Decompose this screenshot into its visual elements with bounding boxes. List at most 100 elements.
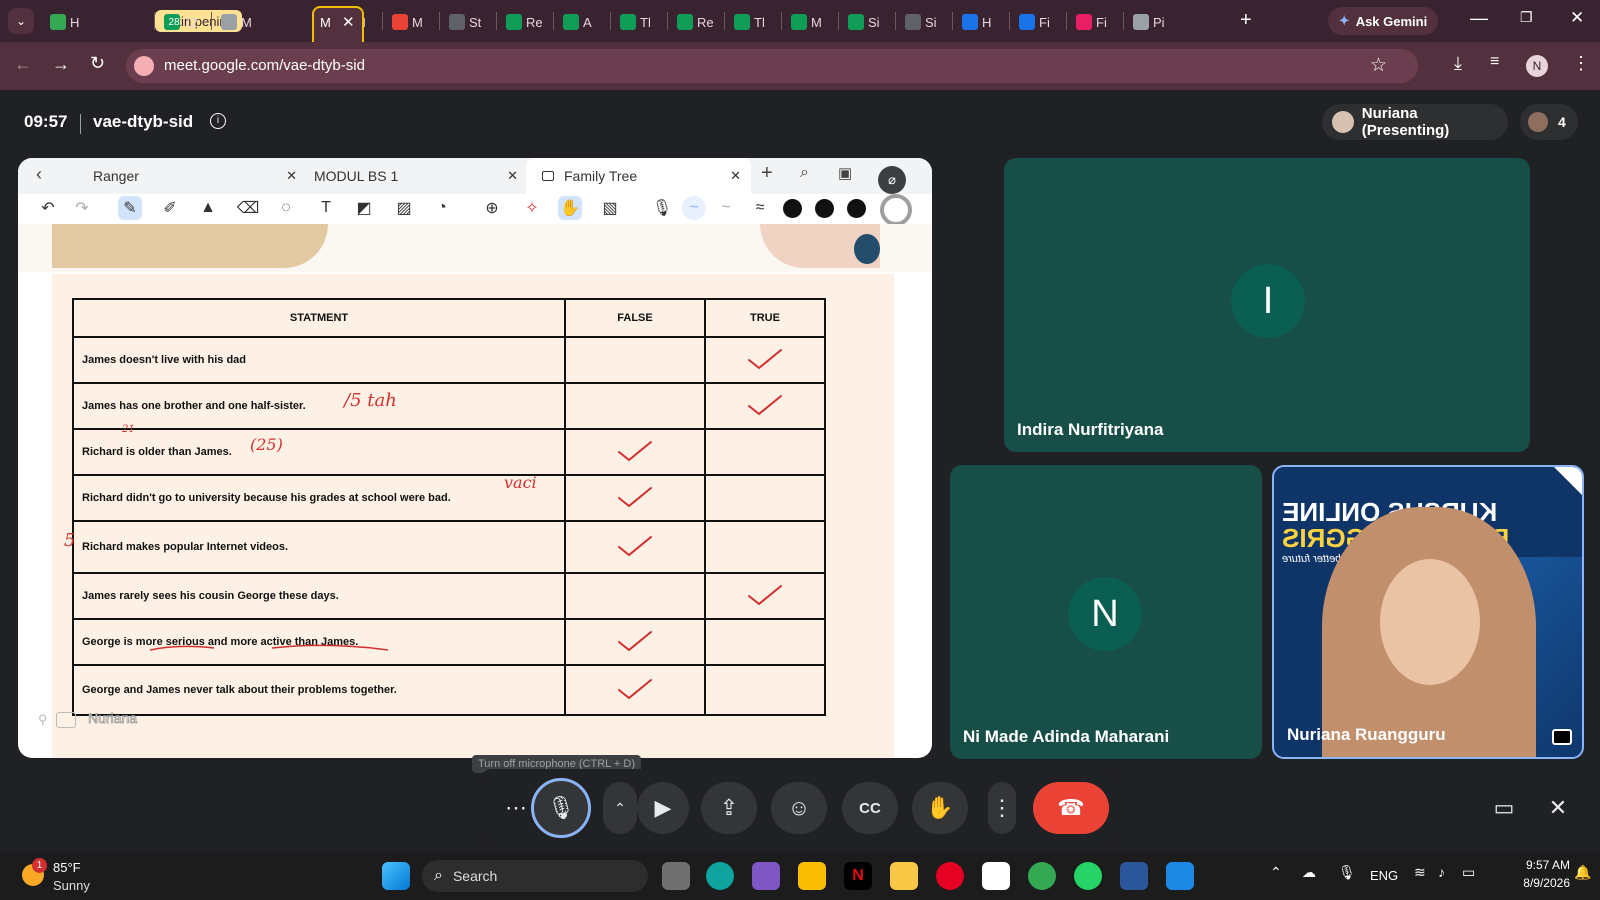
- browser-tab[interactable]: A: [557, 8, 592, 36]
- captions-button[interactable]: CC: [842, 782, 898, 834]
- stroke-thin-icon[interactable]: ~: [682, 196, 706, 220]
- board-tab-2[interactable]: MODUL BS 1 ✕: [314, 158, 524, 194]
- close-icon[interactable]: ✕: [730, 168, 741, 184]
- browser-tab[interactable]: H: [44, 8, 79, 36]
- taskbar-search-box[interactable]: ⌕ Search: [422, 860, 648, 892]
- slide-icon[interactable]: [56, 712, 76, 728]
- media-control-icon[interactable]: ≡: [1490, 53, 1499, 71]
- site-info-icon[interactable]: [134, 56, 154, 76]
- restore-button[interactable]: ❐: [1520, 9, 1533, 26]
- browser-tab[interactable]: Tl: [728, 8, 765, 36]
- close-icon[interactable]: ✕: [507, 168, 518, 184]
- pinterest-icon[interactable]: [936, 862, 964, 890]
- chevron-left-icon[interactable]: ‹: [36, 164, 42, 185]
- more-options-button[interactable]: ⋮: [988, 782, 1016, 834]
- pip-icon[interactable]: [1552, 729, 1572, 745]
- start-button[interactable]: [382, 862, 410, 890]
- word-icon[interactable]: [1120, 862, 1148, 890]
- end-call-button[interactable]: ☎: [1033, 782, 1109, 834]
- chrome-icon[interactable]: [1028, 862, 1056, 890]
- lasso-icon[interactable]: ◌: [274, 196, 298, 220]
- reload-icon[interactable]: ↻: [90, 53, 105, 74]
- edge-icon[interactable]: [706, 862, 734, 890]
- browser-tab[interactable]: H: [956, 8, 991, 36]
- app-a-icon[interactable]: [982, 862, 1010, 890]
- browser-tab[interactable]: St: [443, 8, 481, 36]
- file-explorer-icon[interactable]: [890, 862, 918, 890]
- address-bar[interactable]: meet.google.com/vae-dtyb-sid ☆: [126, 49, 1418, 83]
- audio-options-chevron-icon[interactable]: ⌃: [603, 782, 637, 834]
- mic-tool-icon[interactable]: 🎙: [650, 196, 674, 220]
- browser-tab[interactable]: Fi: [1013, 8, 1050, 36]
- meeting-info-icon[interactable]: i: [210, 113, 226, 129]
- presenter-chip[interactable]: Nuriana (Presenting): [1322, 104, 1508, 140]
- shapes-icon[interactable]: ◩: [352, 196, 376, 220]
- emoji-reactions-button[interactable]: ☺: [771, 782, 827, 834]
- close-icon[interactable]: ✕: [342, 13, 355, 31]
- photos-icon[interactable]: [1166, 862, 1194, 890]
- minimize-button[interactable]: —: [1470, 8, 1488, 29]
- zoom-icon[interactable]: ⊕: [480, 196, 504, 220]
- new-tab-button[interactable]: +: [1240, 9, 1252, 32]
- close-icon[interactable]: ✕: [286, 168, 297, 184]
- color-swatch-1[interactable]: [780, 196, 804, 220]
- netflix-icon[interactable]: N: [844, 862, 872, 890]
- text-tool-icon[interactable]: T: [314, 196, 338, 220]
- copilot-icon[interactable]: [752, 862, 780, 890]
- browser-tab[interactable]: Tl: [614, 8, 651, 36]
- profile-avatar[interactable]: N: [1526, 55, 1548, 77]
- image-icon[interactable]: ▨: [392, 196, 416, 220]
- show-hidden-icons-chevron-icon[interactable]: ⌃: [1270, 864, 1282, 881]
- activities-button[interactable]: ✕: [1530, 782, 1586, 834]
- pen-tool-icon[interactable]: ✎: [118, 196, 142, 220]
- clock-time[interactable]: 9:57 AM: [1500, 858, 1570, 872]
- participant-tile-ni-made[interactable]: N Ni Made Adinda Maharani: [950, 465, 1262, 759]
- onedrive-icon[interactable]: ☁: [1302, 864, 1316, 881]
- stroke-medium-icon[interactable]: ~: [714, 196, 738, 220]
- ask-gemini-button[interactable]: ✦ Ask Gemini: [1328, 7, 1438, 35]
- forward-arrow-icon[interactable]: →: [52, 54, 70, 75]
- browser-tab[interactable]: Re: [671, 8, 714, 36]
- highlighter-icon[interactable]: ▲: [196, 196, 220, 220]
- browser-tab[interactable]: M: [785, 8, 822, 36]
- wifi-icon[interactable]: ≋: [1414, 864, 1426, 881]
- browser-tab[interactable]: M: [215, 8, 252, 36]
- whatsapp-icon[interactable]: [1074, 862, 1102, 890]
- panel-icon[interactable]: ▣: [838, 164, 852, 182]
- undo-icon[interactable]: ↶: [36, 196, 60, 220]
- weather-widget[interactable]: 1 85°F Sunny: [20, 858, 140, 896]
- board-tab-1[interactable]: Ranger ✕: [93, 158, 303, 194]
- present-screen-button[interactable]: ⇪: [701, 782, 757, 834]
- task-view-icon[interactable]: [662, 862, 690, 890]
- participant-tile-indira[interactable]: I Indira Nurfitriyana: [1004, 158, 1530, 452]
- eraser-icon[interactable]: ⌫: [236, 196, 260, 220]
- back-arrow-icon[interactable]: ←: [14, 54, 32, 75]
- browser-menu-icon[interactable]: ⋮: [1572, 53, 1590, 74]
- browser-tab[interactable]: Re: [500, 8, 543, 36]
- touch-icon[interactable]: ✋: [558, 196, 582, 220]
- microphone-tray-icon[interactable]: 🎙: [1338, 864, 1356, 881]
- raise-hand-button[interactable]: ✋: [912, 782, 968, 834]
- bookmark-star-icon[interactable]: ☆: [1370, 54, 1387, 77]
- chat-button[interactable]: ▭: [1476, 782, 1532, 834]
- browser-tab[interactable]: Pi: [1127, 8, 1165, 36]
- tab-search-button[interactable]: ⌄: [8, 8, 34, 34]
- tab-active-meet[interactable]: M ✕: [312, 6, 364, 42]
- store-icon[interactable]: [798, 862, 826, 890]
- stroke-thick-icon[interactable]: ≈: [748, 196, 772, 220]
- add-tab-icon[interactable]: +: [761, 162, 773, 185]
- camera-button[interactable]: ▶: [637, 782, 689, 834]
- color-picker-ring[interactable]: [880, 194, 912, 226]
- browser-tab[interactable]: Fi: [1070, 8, 1107, 36]
- participants-chip[interactable]: 4: [1520, 104, 1578, 140]
- browser-tab[interactable]: Si: [899, 8, 937, 36]
- pencil-tool-icon[interactable]: ✐: [158, 196, 182, 220]
- color-swatch-3[interactable]: [844, 196, 868, 220]
- download-icon[interactable]: ⤓: [1454, 53, 1462, 74]
- redo-icon[interactable]: ↷: [70, 196, 94, 220]
- color-swatch-2[interactable]: [812, 196, 836, 220]
- search-icon[interactable]: ⌕: [800, 164, 809, 182]
- window-close-button[interactable]: ✕: [1570, 8, 1584, 28]
- browser-tab[interactable]: Si: [842, 8, 880, 36]
- microphone-button[interactable]: 🎙: [531, 778, 591, 838]
